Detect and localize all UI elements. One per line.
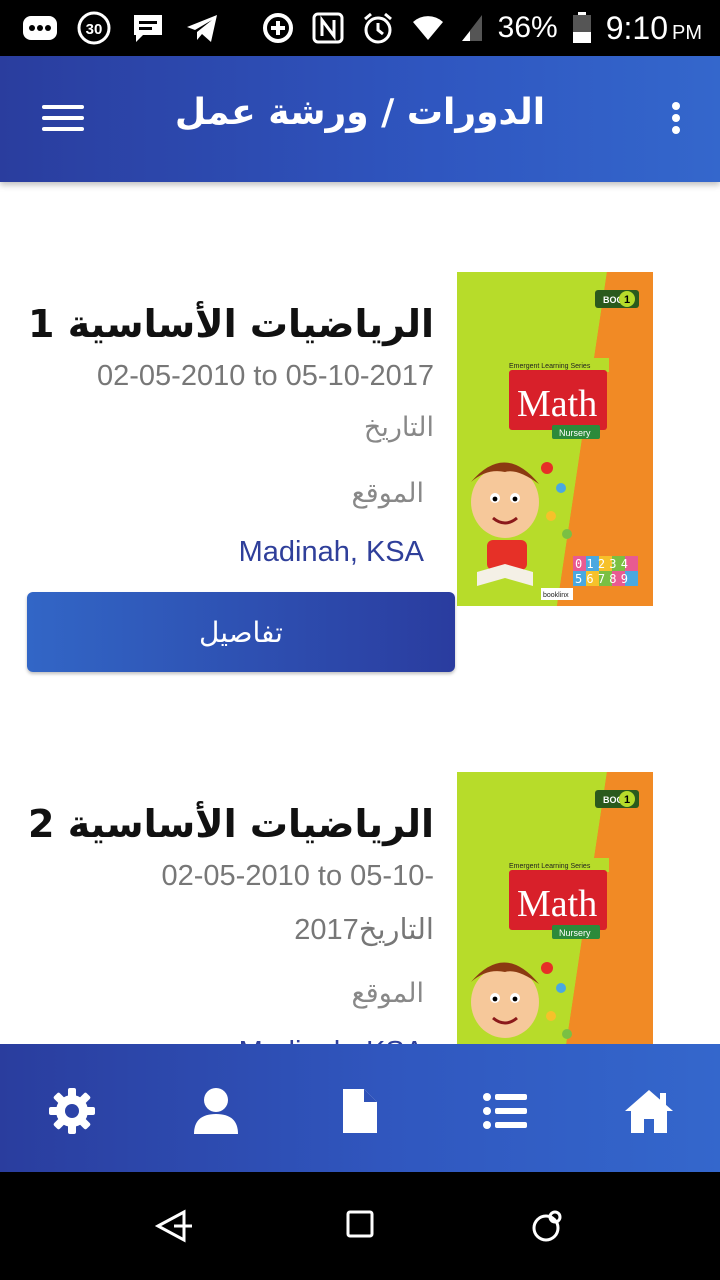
battery-percent: 36% <box>497 11 558 44</box>
course-list[interactable]: BOOK 1 Emergent Learning Series Math Nur… <box>0 182 720 1044</box>
battery-icon <box>572 10 592 46</box>
cover-level: Nursery <box>559 428 591 438</box>
list-icon[interactable] <box>478 1084 532 1138</box>
more-options-icon[interactable] <box>664 96 688 140</box>
cover-level: Nursery <box>559 928 591 938</box>
date-label: التاريخ <box>363 412 434 443</box>
location-label: الموقع <box>351 478 424 509</box>
course-location: Madinah, KSA <box>238 536 424 568</box>
course-card[interactable]: BOOK 1 Emergent Learning Series Math Nur… <box>0 272 720 712</box>
cover-book-number: 1 <box>624 294 630 306</box>
wifi-icon <box>410 10 446 46</box>
cell-signal-icon <box>460 10 484 46</box>
course-title: الرياضيات الأساسية 2 <box>28 802 434 846</box>
cover-series: Emergent Learning Series <box>509 363 591 370</box>
back-icon[interactable] <box>154 1208 192 1244</box>
bottom-navigation <box>0 1044 720 1172</box>
course-dates: 02-05-2010 to 05-10- <box>161 860 434 892</box>
details-button[interactable]: تفاصيل <box>27 592 455 672</box>
course-title: الرياضيات الأساسية 1 <box>28 302 434 346</box>
message-icon <box>130 10 166 46</box>
course-card[interactable]: BOOK 1 Emergent Learning Series Math Nur… <box>0 772 720 1044</box>
profile-icon[interactable] <box>189 1084 243 1138</box>
android-navigation-bar <box>0 1172 720 1280</box>
cover-digits-top: 01234 <box>575 557 632 571</box>
chat-bubble-icon <box>22 10 58 46</box>
settings-icon[interactable] <box>45 1084 99 1138</box>
clock-ampm: PM <box>672 21 702 44</box>
notification-count-icon: 30 <box>76 10 112 46</box>
cover-subject: Math <box>517 883 597 925</box>
document-icon[interactable] <box>333 1084 387 1138</box>
clock-time: 9:10 <box>605 9 668 46</box>
location-label: الموقع <box>351 978 424 1009</box>
course-cover-image: BOOK 1 Emergent Learning Series Math Nur… <box>457 772 653 1044</box>
notification-count: 30 <box>85 20 103 38</box>
course-dates-continued: التاريخ2017 <box>294 914 434 946</box>
page-title: الدورات / ورشة عمل <box>174 92 546 133</box>
cover-series: Emergent Learning Series <box>509 863 591 870</box>
course-cover-image: BOOK 1 Emergent Learning Series Math Nur… <box>457 272 653 606</box>
cover-book-number: 1 <box>624 794 630 806</box>
recents-icon[interactable] <box>344 1208 380 1244</box>
alarm-icon <box>360 10 396 46</box>
clock: 9:10 PM <box>606 10 702 47</box>
cover-digits-bottom: 56789 <box>575 572 632 586</box>
home-icon[interactable] <box>622 1084 676 1138</box>
app-bar: الدورات / ورشة عمل <box>0 56 720 182</box>
course-location: Madinah, KSA <box>239 1036 424 1044</box>
course-dates: 02-05-2010 to 05-10-2017 <box>97 360 434 392</box>
data-saver-icon <box>260 10 296 46</box>
telegram-icon <box>184 10 220 46</box>
nfc-icon <box>310 10 346 46</box>
status-bar: 30 36% 9:10 PM <box>0 0 720 56</box>
cover-publisher: booklinx <box>543 592 569 599</box>
home-circle-icon[interactable] <box>528 1208 564 1244</box>
cover-subject: Math <box>517 383 597 425</box>
hamburger-menu-icon[interactable] <box>36 96 90 140</box>
